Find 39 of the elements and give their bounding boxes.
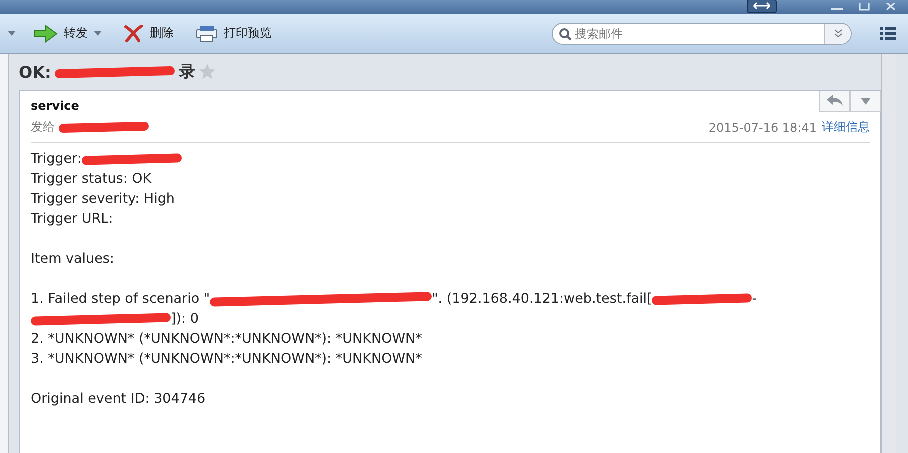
details-link[interactable]: 详细信息 — [822, 119, 870, 136]
body-text: Trigger severity: High — [31, 190, 175, 209]
sender-name: service — [31, 99, 80, 113]
scrollbar[interactable] — [881, 54, 896, 453]
dropdown-button[interactable] — [824, 24, 851, 44]
search-icon — [559, 28, 572, 40]
reply-icon — [826, 95, 842, 107]
body-text: 3. *UNKNOWN* (*UNKNOWN*:*UNKNOWN*): *UNKNOWN* — [31, 350, 422, 369]
resize-icon[interactable] — [747, 0, 777, 14]
subject-text: 录 — [179, 62, 196, 82]
body-text: 2. *UNKNOWN* (*UNKNOWN*:*UNKNOWN*): *UNKNOWN* — [31, 330, 422, 349]
body-text: Trigger status: OK — [31, 170, 152, 189]
arrow-icon — [34, 24, 58, 42]
star-icon[interactable] — [199, 64, 216, 80]
printer-icon — [196, 24, 218, 42]
body-text: Trigger URL: — [31, 210, 114, 229]
recipient-label: 发给 — [31, 119, 55, 136]
message-date: 2015-07-16 18:41 — [708, 120, 817, 134]
toolbar-button[interactable]: 转发 — [30, 22, 106, 44]
caret-icon[interactable] — [8, 31, 16, 36]
body-text: Item values: — [31, 250, 114, 269]
maximize-icon[interactable] — [859, 3, 870, 11]
toolbar-button[interactable]: 删除 — [120, 22, 178, 44]
close-icon[interactable] — [886, 3, 896, 10]
chevron-icon — [834, 29, 842, 38]
delete-icon — [124, 24, 144, 42]
reply-button[interactable] — [819, 91, 850, 112]
body-text: Original event ID: 304746 — [31, 390, 206, 409]
menu-icon[interactable] — [880, 27, 896, 40]
body-text: 1. Failed step of scenario " — [31, 290, 210, 309]
search-field[interactable]: 搜索邮件 — [552, 22, 852, 44]
subject-text: OK: — [19, 62, 52, 82]
caret-icon — [860, 98, 870, 104]
more-button[interactable] — [850, 91, 881, 112]
body-text: ". (192.168.40.121:web.test.fail[ — [432, 290, 652, 309]
toolbar-button[interactable]: 打印预览 — [192, 22, 276, 44]
body-text: ]): 0 — [171, 310, 199, 329]
body-text: - — [752, 290, 758, 309]
body-text: Trigger: — [31, 150, 82, 169]
